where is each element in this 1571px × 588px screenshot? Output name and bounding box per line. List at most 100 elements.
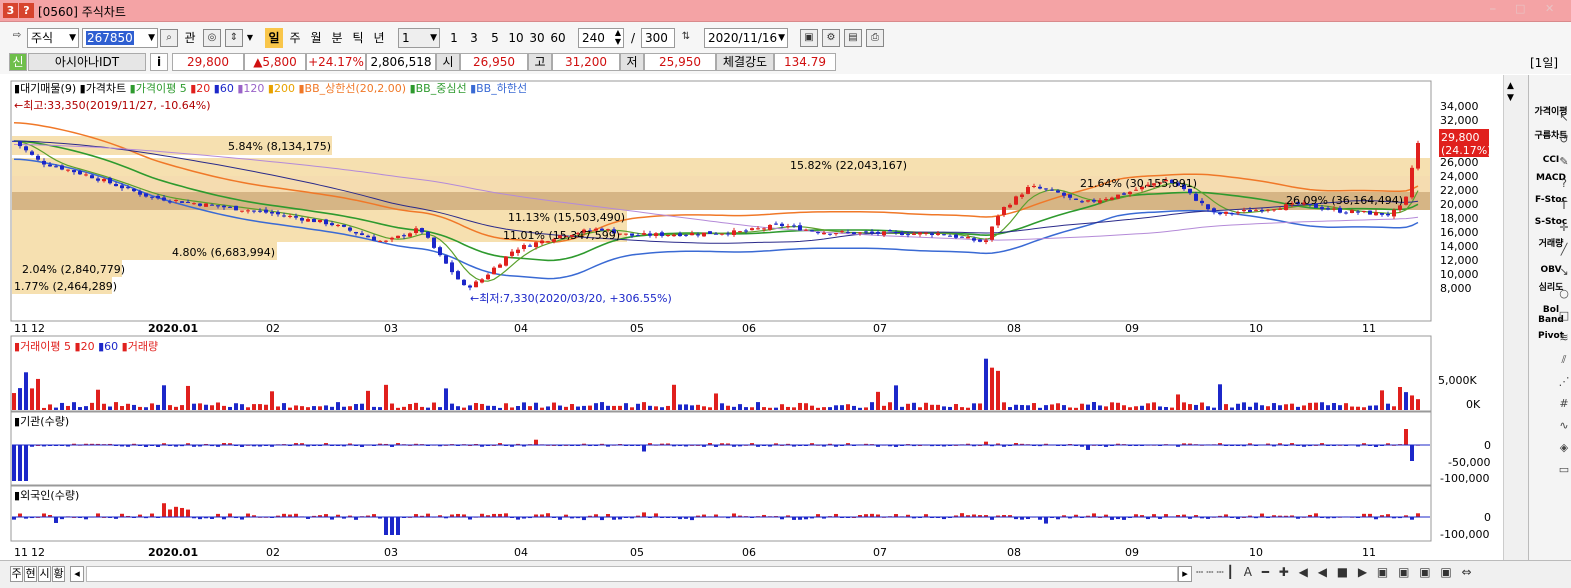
link-icon[interactable]: ⇨ xyxy=(8,28,26,46)
zoom-icon[interactable]: ⇅ xyxy=(677,29,695,47)
interval-3-button[interactable]: 3 xyxy=(466,28,482,48)
search-icon[interactable]: ⌕ xyxy=(160,29,178,47)
candle xyxy=(60,165,64,170)
line-icon[interactable]: ╱ xyxy=(1557,239,1571,261)
watchlist-button[interactable]: 관 xyxy=(180,28,200,48)
vertical-scrollbar[interactable]: ▲ ▼ xyxy=(1503,75,1529,575)
candle xyxy=(108,178,112,184)
volume-bar xyxy=(450,403,454,410)
x-axis-label: 06 xyxy=(742,322,756,335)
window-small-icon[interactable]: ▭ xyxy=(1557,459,1571,481)
volume-bar xyxy=(942,406,946,410)
interval-60-button[interactable]: 60 xyxy=(548,28,568,48)
close-button[interactable]: ✕ xyxy=(1545,2,1554,15)
interval-30-button[interactable]: 30 xyxy=(527,28,547,48)
status-tab-status[interactable]: 황 xyxy=(52,566,65,582)
scroll-left-icon[interactable]: ◂ xyxy=(70,566,84,582)
candle xyxy=(72,170,76,173)
volume-bar xyxy=(462,407,466,410)
period-minute-button[interactable]: 분 xyxy=(328,28,346,48)
foreign-bar xyxy=(174,506,178,517)
candle xyxy=(468,285,472,288)
minimize-button[interactable]: ⎯ xyxy=(1490,2,1496,16)
scroll-up-icon[interactable]: ▲ xyxy=(1507,81,1514,91)
eraser-icon[interactable]: ✎ xyxy=(1557,151,1571,173)
market-select[interactable]: 주식 ▼ xyxy=(27,28,79,48)
candle xyxy=(852,232,856,234)
interval-5-button[interactable]: 5 xyxy=(487,28,503,48)
indicator-sidebar: 가격이평 구름차트 CCI MACD F-Stoc S-Stoc 거래량 OBV… xyxy=(1528,75,1571,580)
volume-bar xyxy=(618,405,622,410)
volume-bar xyxy=(306,407,310,410)
stock-chart[interactable]: ▮대기매물(9) ▮가격차트 ▮가격이평 5 ▮20 ▮60 ▮120 ▮200… xyxy=(0,75,1503,575)
period-year-button[interactable]: 년 xyxy=(370,28,388,48)
candle xyxy=(1386,213,1390,216)
supply-band xyxy=(12,192,1430,210)
period-select[interactable]: 1 ▼ xyxy=(398,28,440,48)
volume-bar xyxy=(672,384,676,410)
grid-icon[interactable]: # xyxy=(1557,393,1571,415)
horizontal-scrollbar[interactable] xyxy=(86,566,1178,582)
chart-area[interactable]: ▮대기매물(9) ▮가격차트 ▮가격이평 5 ▮20 ▮60 ▮120 ▮200… xyxy=(0,75,1503,575)
scroll-right-icon[interactable]: ▸ xyxy=(1178,566,1192,582)
candle xyxy=(1200,200,1204,204)
volume-bar xyxy=(690,405,694,410)
print-icon[interactable]: ⎙ xyxy=(866,29,884,47)
spin-icon[interactable]: ⇕ xyxy=(225,29,243,47)
help-icon[interactable]: ? xyxy=(19,3,34,18)
period-day-button[interactable]: 일 xyxy=(265,28,283,48)
period-week-button[interactable]: 주 xyxy=(286,28,304,48)
drawing-tools[interactable]: ↖ ↺ ✎ ? T ✛ ╱ ↘ ○ □ ≋ ⫽ ⋰ # ∿ ◈ ▭ xyxy=(1557,107,1571,507)
volume-bar xyxy=(744,407,748,410)
candle xyxy=(528,245,532,247)
price-axis-label: 14,000 xyxy=(1440,240,1479,253)
auto-icon[interactable]: ◈ xyxy=(1557,437,1571,459)
crosshair-icon[interactable]: ✛ xyxy=(1557,217,1571,239)
candle xyxy=(174,199,178,201)
status-tab-week[interactable]: 주 xyxy=(10,566,23,582)
question-icon[interactable]: ? xyxy=(1557,173,1571,195)
interval-1-button[interactable]: 1 xyxy=(446,28,462,48)
period-month-button[interactable]: 월 xyxy=(307,28,325,48)
channel-icon[interactable]: ⫽ xyxy=(1557,349,1571,371)
status-tab-market[interactable]: 시 xyxy=(38,566,51,582)
chart-type-icon[interactable]: ◎ xyxy=(203,29,221,47)
window-icon[interactable]: ▣ xyxy=(800,29,818,47)
volume-bar xyxy=(1254,402,1258,410)
candle xyxy=(756,228,760,230)
candle xyxy=(1248,210,1252,212)
undo-icon[interactable]: ↺ xyxy=(1557,129,1571,151)
display-count-input[interactable]: 240 ▲ ▼ xyxy=(578,28,624,48)
date-input[interactable]: 2020/11/16 ▼ xyxy=(704,28,788,48)
wave-icon[interactable]: ∿ xyxy=(1557,415,1571,437)
fan-icon[interactable]: ⋰ xyxy=(1557,371,1571,393)
info-button[interactable]: i xyxy=(150,53,168,71)
circle-icon[interactable]: ○ xyxy=(1557,283,1571,305)
status-tab-current[interactable]: 현 xyxy=(24,566,37,582)
maximize-button[interactable]: □ xyxy=(1515,2,1525,15)
total-count-input[interactable]: 300 xyxy=(641,28,675,48)
foreign-bar xyxy=(54,517,58,523)
candle xyxy=(474,281,478,288)
arrow-icon[interactable]: ↘ xyxy=(1557,261,1571,283)
save-icon[interactable]: ▤ xyxy=(844,29,862,47)
x-axis-label: 12 xyxy=(31,546,45,559)
volume-bar xyxy=(732,406,736,410)
rect-icon[interactable]: □ xyxy=(1557,305,1571,327)
cursor-icon[interactable]: ↖ xyxy=(1557,107,1571,129)
scroll-down-icon[interactable]: ▼ xyxy=(1507,93,1514,103)
period-tick-button[interactable]: 틱 xyxy=(349,28,367,48)
stock-code-input[interactable]: 267850 ▼ xyxy=(82,28,158,48)
x-axis-label: 2020.01 xyxy=(148,322,198,335)
volume-bar xyxy=(1026,405,1030,410)
institution-bar xyxy=(534,439,538,445)
gear-icon[interactable]: ⚙ xyxy=(822,29,840,47)
candle xyxy=(36,155,40,160)
candle xyxy=(168,201,172,203)
chevron-down-icon[interactable]: ▼ xyxy=(245,28,255,48)
interval-10-button[interactable]: 10 xyxy=(506,28,526,48)
volume-bar xyxy=(960,407,964,410)
fib-icon[interactable]: ≋ xyxy=(1557,327,1571,349)
text-icon[interactable]: T xyxy=(1557,195,1571,217)
nav-controls[interactable]: ┄┄┄┃ A ━ ✚ ◀ ◀ ■ ▶ ▣ ▣ ▣ ▣ ⇔ xyxy=(1196,565,1496,583)
